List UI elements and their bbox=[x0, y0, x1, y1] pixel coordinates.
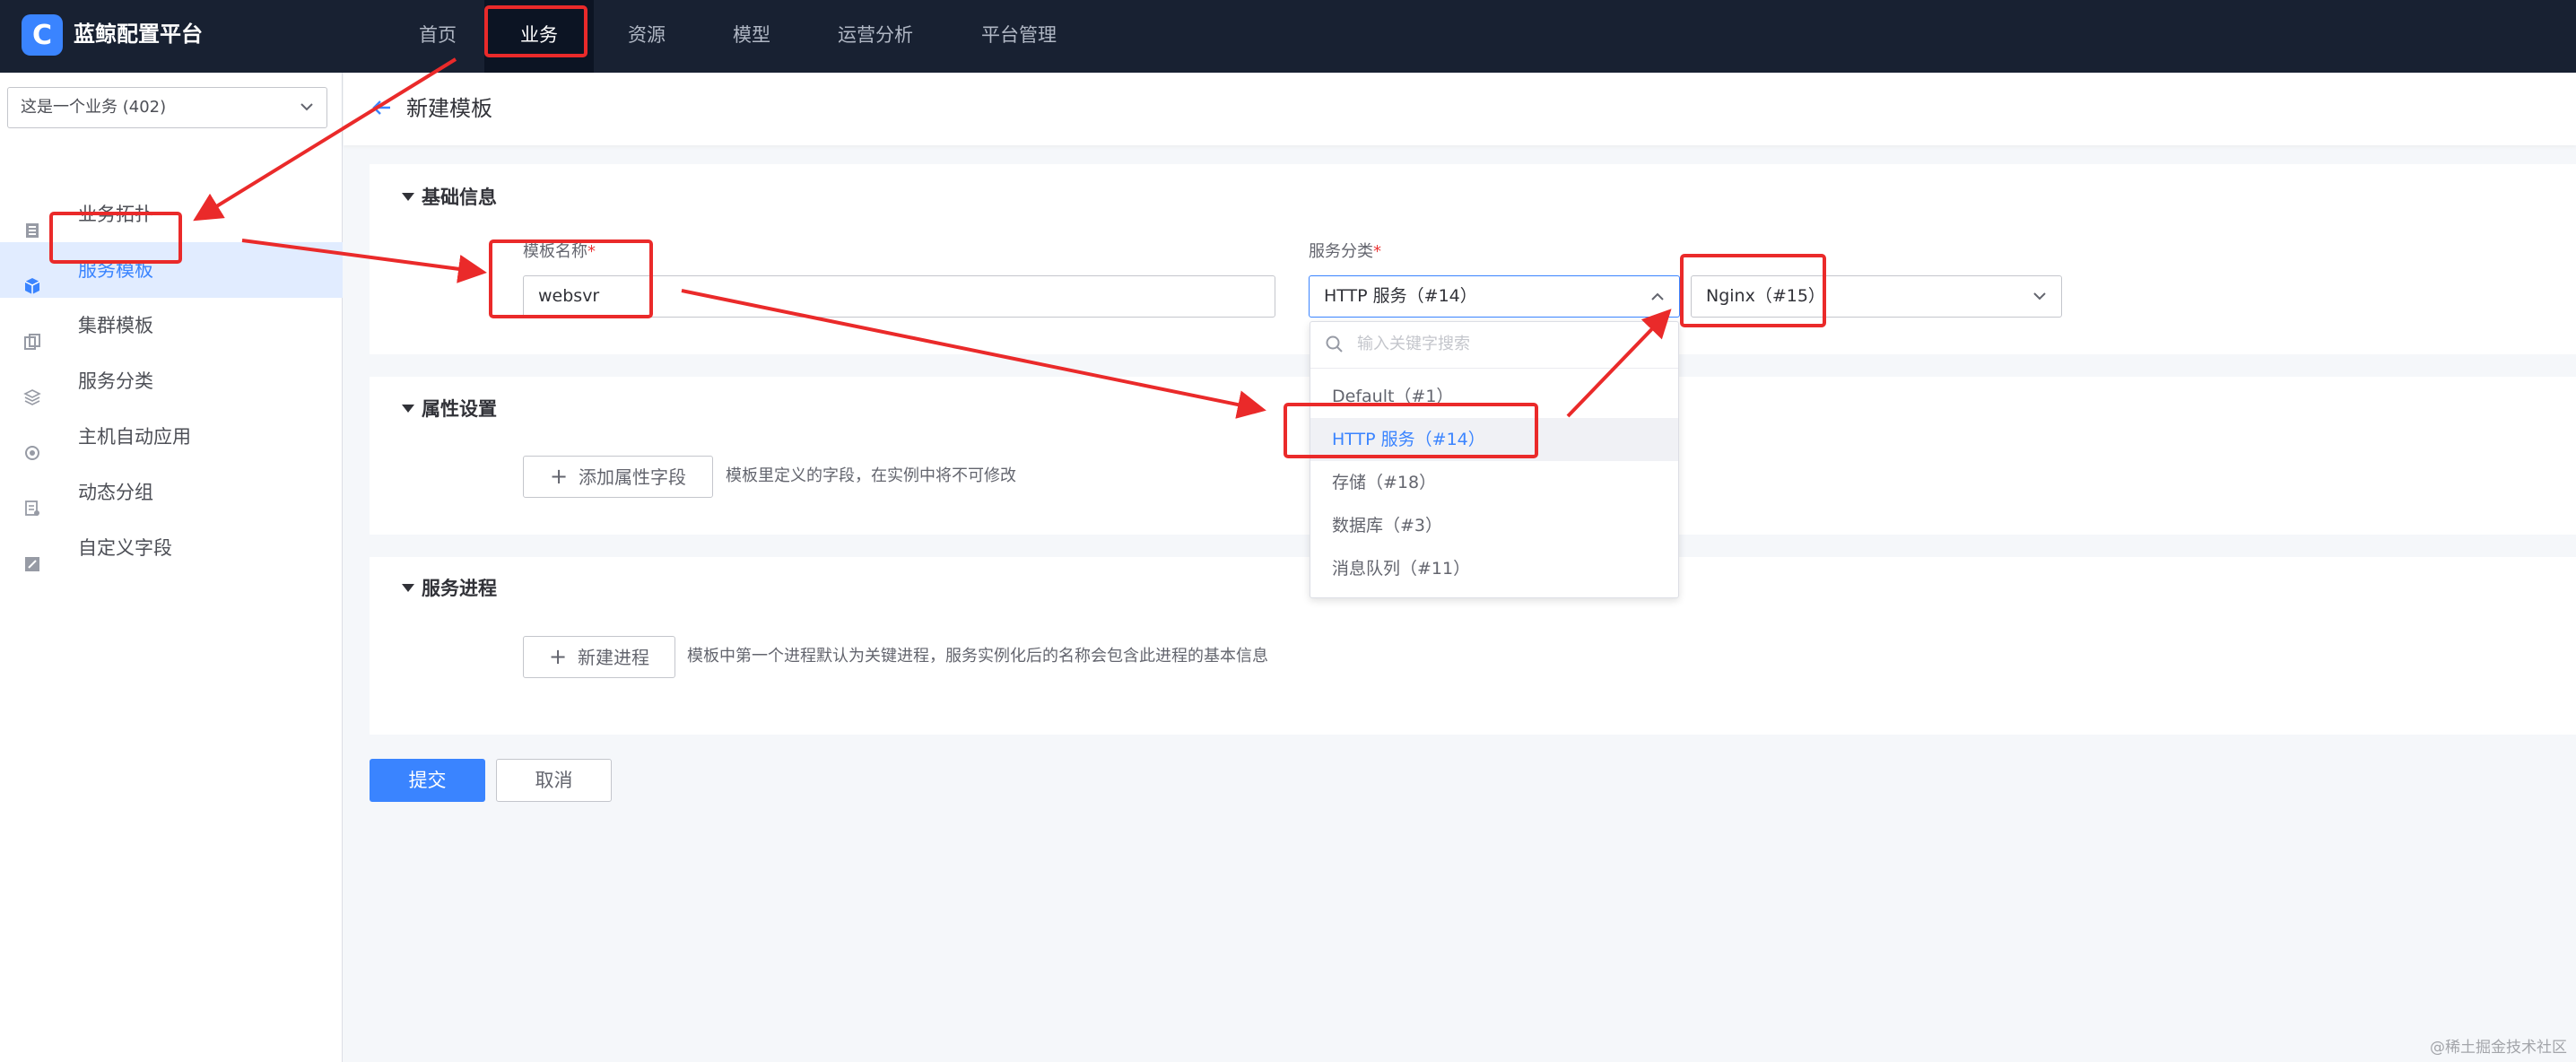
annotation-arrows bbox=[193, 57, 1672, 419]
arrow-sidebar-to-name bbox=[241, 239, 487, 283]
watermark: @稀土掘金技术社区 bbox=[2430, 1039, 2567, 1057]
arrow-option-to-nginx bbox=[1566, 309, 1672, 418]
arrow-name-to-option bbox=[681, 289, 1266, 419]
arrow-nav-to-sidebar bbox=[193, 57, 457, 222]
